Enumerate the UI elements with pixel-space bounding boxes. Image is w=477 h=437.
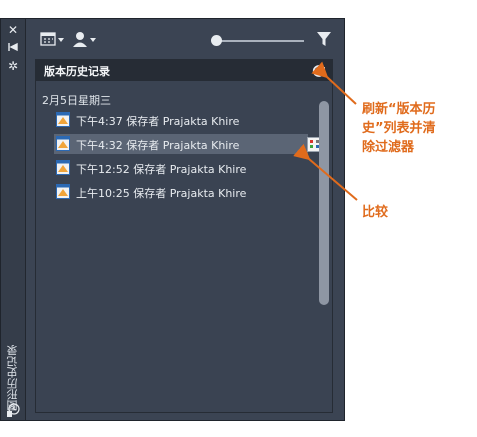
annotation-arrows: [293, 61, 358, 201]
compare-callout-arrow: [293, 143, 358, 201]
refresh-callout-arrow: [311, 61, 357, 105]
refresh-annotation: 刷新“版本历 史”列表并清 除过滤器: [362, 102, 436, 155]
compare-annotation: 比较: [362, 205, 389, 220]
